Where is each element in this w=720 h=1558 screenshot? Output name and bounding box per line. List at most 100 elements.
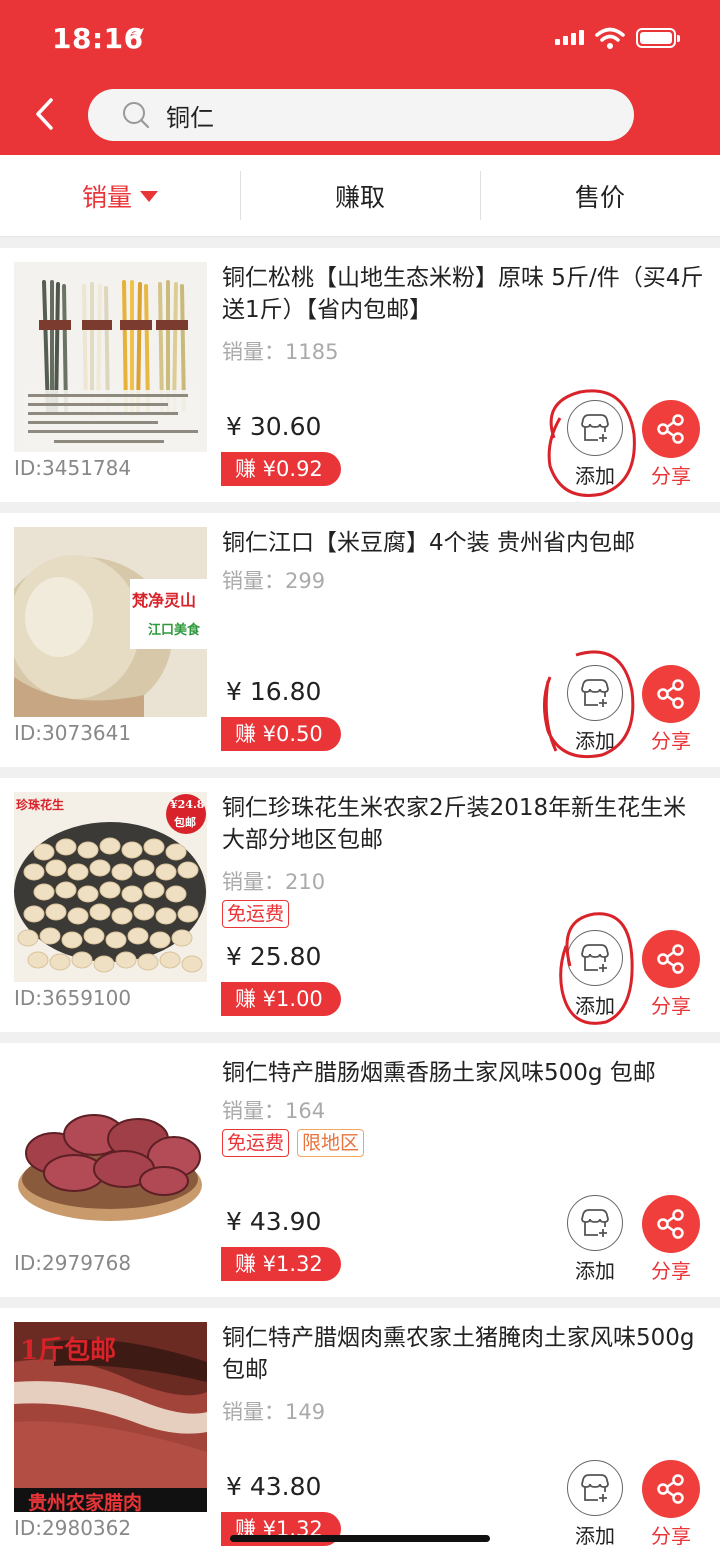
tab-sales-label: 销量 (81, 182, 132, 212)
product-image-cured-pork[interactable]: 1斤包邮 贵州农家腊肉 (14, 1322, 207, 1512)
image-caption: 贵州农家腊肉 (28, 1492, 143, 1512)
back-button[interactable] (24, 92, 64, 136)
image-caption: 梵净灵山 (132, 591, 197, 610)
wifi-icon (595, 27, 625, 49)
sales-prefix: 销量： (222, 569, 285, 593)
add-button[interactable]: 添加 (566, 1460, 624, 1549)
cellular-signal-icon (555, 30, 584, 45)
image-caption: ¥24.8 (170, 798, 205, 811)
sort-bar: 销量 赚取 售价 (0, 155, 720, 237)
product-image-rice-tofu[interactable]: 梵净灵山 江口美食 (14, 527, 207, 717)
share-button[interactable]: 分享 (642, 1460, 700, 1549)
share-icon (642, 400, 700, 458)
share-icon (642, 1460, 700, 1518)
sales-prefix: 销量： (222, 340, 285, 364)
search-box[interactable] (88, 89, 634, 141)
sales-count: 销量：149 (222, 1396, 325, 1426)
product-price: ¥ 43.80 (226, 1472, 322, 1501)
caret-down-icon (140, 191, 158, 202)
store-add-icon (567, 930, 623, 986)
product-title[interactable]: 铜仁特产腊烟肉熏农家土猪腌肉土家风味500g 包邮 (222, 1322, 704, 1386)
add-button[interactable]: 添加 (566, 400, 624, 489)
add-label: 添加 (575, 729, 615, 753)
share-icon (642, 930, 700, 988)
add-label: 添加 (575, 1524, 615, 1548)
product-title[interactable]: 铜仁江口【米豆腐】4个装 贵州省内包邮 (222, 527, 704, 559)
tag-row: 免运费 (222, 900, 290, 928)
sales-prefix: 销量： (222, 1099, 285, 1123)
add-button[interactable]: 添加 (566, 1195, 624, 1284)
share-icon (642, 665, 700, 723)
app-header: 18:16 (0, 0, 720, 155)
earn-badge: 赚 ¥1.00 (221, 982, 341, 1016)
share-button[interactable]: 分享 (642, 930, 700, 1019)
free-shipping-tag: 免运费 (222, 900, 290, 928)
free-shipping-tag: 免运费 (222, 1129, 290, 1157)
product-price: ¥ 43.90 (226, 1207, 322, 1236)
sales-value: 210 (285, 870, 326, 894)
product-title[interactable]: 铜仁珍珠花生米农家2斤装2018年新生花生米 大部分地区包邮 (222, 792, 704, 856)
sales-value: 299 (285, 569, 326, 593)
share-button[interactable]: 分享 (642, 400, 700, 489)
product-card[interactable]: 梵净灵山 江口美食 ID:3073641 铜仁江口【米豆腐】4个装 贵州省内包邮… (0, 513, 720, 767)
share-label: 分享 (651, 464, 691, 488)
product-id: ID:3659100 (14, 986, 132, 1010)
store-add-icon (567, 400, 623, 456)
location-arrow-icon (130, 28, 144, 42)
product-id: ID:2980362 (14, 1516, 132, 1540)
share-icon (642, 1195, 700, 1253)
share-button[interactable]: 分享 (642, 665, 700, 754)
battery-icon (636, 28, 680, 48)
product-id: ID:2979768 (14, 1251, 132, 1275)
add-label: 添加 (575, 464, 615, 488)
product-price: ¥ 16.80 (226, 677, 322, 706)
tab-sales[interactable]: 销量 (0, 155, 240, 236)
tab-earn[interactable]: 赚取 (240, 155, 480, 236)
product-card[interactable]: ID:2979768 铜仁特产腊肠烟熏香肠土家风味500g 包邮 销量：164 … (0, 1043, 720, 1297)
image-caption: 江口美食 (148, 623, 201, 638)
sales-count: 销量：1185 (222, 336, 338, 366)
region-limited-tag: 限地区 (297, 1129, 365, 1157)
share-button[interactable]: 分享 (642, 1195, 700, 1284)
product-id: ID:3073641 (14, 721, 132, 745)
sales-prefix: 销量： (222, 870, 285, 894)
sales-value: 1185 (285, 340, 339, 364)
share-label: 分享 (651, 994, 691, 1018)
product-card[interactable]: 1斤包邮 贵州农家腊肉 ID:2980362 铜仁特产腊烟肉熏农家土猪腌肉土家风… (0, 1308, 720, 1558)
search-icon (123, 102, 150, 129)
product-title[interactable]: 铜仁特产腊肠烟熏香肠土家风味500g 包邮 (222, 1057, 704, 1089)
add-button[interactable]: 添加 (566, 930, 624, 1019)
product-image-peanuts[interactable]: 珍珠花生 ¥24.8 包邮 (14, 792, 207, 982)
sales-count: 销量：210 (222, 866, 325, 896)
store-add-icon (567, 1195, 623, 1251)
product-price: ¥ 30.60 (226, 412, 322, 441)
add-button[interactable]: 添加 (566, 665, 624, 754)
share-label: 分享 (651, 1259, 691, 1283)
product-id: ID:3451784 (14, 456, 132, 480)
back-arrow-icon (36, 98, 53, 130)
home-indicator[interactable] (230, 1535, 490, 1542)
product-card[interactable]: ID:3451784 铜仁松桃【山地生态米粉】原味 5斤/件（买4斤送1斤）【省… (0, 248, 720, 502)
share-label: 分享 (651, 729, 691, 753)
sales-value: 164 (285, 1099, 326, 1123)
tag-row: 免运费 限地区 (222, 1129, 365, 1157)
earn-badge: 赚 ¥1.32 (221, 1247, 341, 1281)
sales-count: 销量：164 (222, 1095, 325, 1125)
earn-badge: 赚 ¥0.50 (221, 717, 341, 751)
product-image-rice-noodles[interactable] (14, 262, 207, 452)
product-title[interactable]: 铜仁松桃【山地生态米粉】原味 5斤/件（买4斤送1斤）【省内包邮】 (222, 262, 704, 326)
sales-value: 149 (285, 1400, 326, 1424)
image-caption: 1斤包邮 (20, 1336, 117, 1366)
store-add-icon (567, 665, 623, 721)
search-input[interactable] (166, 101, 566, 129)
add-label: 添加 (575, 994, 615, 1018)
tab-price[interactable]: 售价 (480, 155, 720, 236)
sales-prefix: 销量： (222, 1400, 285, 1424)
product-image-sausage[interactable] (14, 1057, 207, 1247)
product-price: ¥ 25.80 (226, 942, 322, 971)
tab-earn-label: 赚取 (334, 182, 385, 212)
add-label: 添加 (575, 1259, 615, 1283)
tab-price-label: 售价 (574, 182, 625, 212)
image-caption: 包邮 (174, 816, 196, 829)
product-card[interactable]: 珍珠花生 ¥24.8 包邮 ID:3659100 铜仁珍珠花生米农家2斤装201… (0, 778, 720, 1032)
